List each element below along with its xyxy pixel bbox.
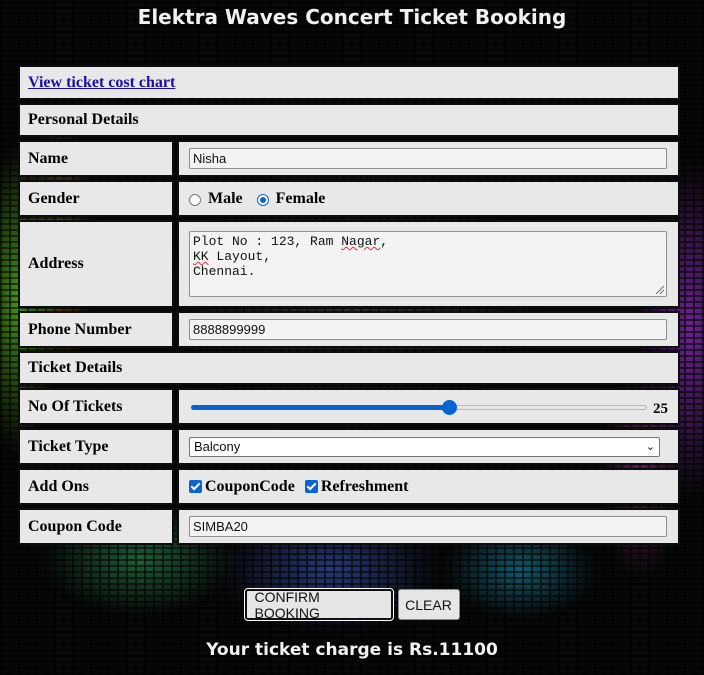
address-line2-word: KK (193, 249, 209, 264)
ticket-details-heading: Ticket Details (18, 351, 680, 385)
personal-details-heading: Personal Details (18, 103, 680, 137)
phone-label: Phone Number (18, 311, 174, 348)
address-line2-suffix: Layout, (208, 249, 272, 264)
addon-refreshment[interactable]: Refreshment (304, 477, 409, 496)
slider-fill (191, 404, 449, 410)
address-label: Address (18, 220, 174, 308)
cost-chart-cell: View ticket cost chart (18, 65, 680, 100)
gender-option-male[interactable]: Male (189, 190, 243, 208)
coupon-input[interactable]: SIMBA20 (189, 516, 667, 537)
female-radio[interactable] (256, 193, 269, 206)
phone-row: Phone Number 8888899999 (18, 311, 680, 348)
view-cost-chart-link[interactable]: View ticket cost chart (28, 74, 175, 92)
gender-option-female[interactable]: Female (256, 189, 326, 208)
ticket-charge-result: Your ticket charge is Rs.11100 (206, 640, 498, 660)
coupon-row: Coupon Code SIMBA20 (18, 508, 680, 545)
address-textarea[interactable]: Plot No : 123, Ram Nagar, KK Layout, Che… (189, 231, 667, 297)
addons-label: Add Ons (18, 468, 174, 505)
confirm-booking-button[interactable]: CONFIRM BOOKING (244, 589, 393, 621)
ticket-type-value: Balcony (194, 439, 241, 454)
refreshment-checkbox[interactable] (304, 480, 318, 493)
gender-row: Gender Male Female (18, 180, 680, 217)
tickets-row: No Of Tickets 25 (18, 388, 680, 425)
address-line1-prefix: Plot No : 123, Ram (193, 234, 342, 249)
ticket-type-cell: Balcony ⌄ (177, 428, 680, 465)
personal-section-row: Personal Details (18, 103, 680, 137)
address-line1-word: Nagar (341, 234, 381, 249)
name-input[interactable]: Nisha (189, 148, 667, 169)
gender-label: Gender (18, 180, 174, 217)
clear-button[interactable]: CLEAR (397, 589, 460, 620)
addons-cell: CouponCode Refreshment (177, 468, 680, 505)
addons-row: Add Ons CouponCode Refreshment (18, 468, 680, 505)
refreshment-label: Refreshment (320, 477, 409, 495)
address-row: Address Plot No : 123, Ram Nagar, KK Lay… (18, 220, 680, 308)
ticket-type-label: Ticket Type (18, 428, 174, 465)
chevron-down-icon: ⌄ (645, 441, 655, 453)
ticket-type-select[interactable]: Balcony ⌄ (189, 436, 660, 457)
coupon-cell: SIMBA20 (177, 508, 680, 545)
cost-chart-row: View ticket cost chart (18, 65, 680, 100)
action-buttons: CONFIRM BOOKING CLEAR (0, 589, 704, 621)
name-row: Name Nisha (18, 140, 680, 177)
booking-form: View ticket cost chart Personal Details … (18, 65, 680, 548)
male-radio[interactable] (189, 193, 201, 206)
tickets-count: 25 (653, 401, 668, 417)
phone-input[interactable]: 8888899999 (189, 319, 667, 340)
male-label: Male (208, 189, 243, 207)
couponcode-label: CouponCode (205, 477, 295, 495)
couponcode-checkbox[interactable] (189, 480, 202, 493)
tickets-cell: 25 (177, 388, 680, 425)
female-label: Female (275, 189, 326, 207)
ticket-section-row: Ticket Details (18, 351, 680, 385)
name-cell: Nisha (177, 140, 680, 177)
addon-couponcode[interactable]: CouponCode (189, 478, 295, 496)
resize-grip-icon[interactable] (656, 286, 664, 294)
slider-thumb[interactable] (441, 399, 457, 415)
phone-cell: 8888899999 (177, 311, 680, 348)
page-title: Elektra Waves Concert Ticket Booking (137, 5, 567, 29)
address-cell: Plot No : 123, Ram Nagar, KK Layout, Che… (177, 220, 680, 308)
ticket-type-row: Ticket Type Balcony ⌄ (18, 428, 680, 465)
tickets-label: No Of Tickets (18, 388, 174, 425)
coupon-label: Coupon Code (18, 508, 174, 545)
name-label: Name (18, 140, 174, 177)
address-line1-suffix: , (380, 234, 389, 249)
tickets-slider[interactable] (191, 399, 647, 415)
gender-cell: Male Female (177, 180, 680, 217)
address-line3: Chennai. (193, 264, 256, 279)
